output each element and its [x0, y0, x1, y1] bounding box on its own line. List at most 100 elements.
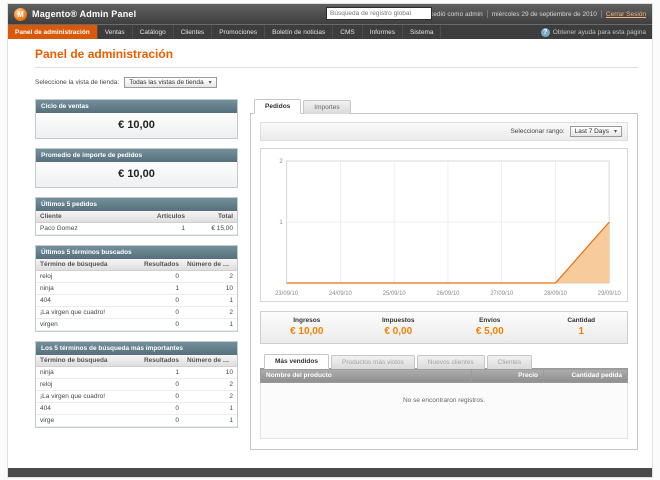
cell-term: virgen	[36, 318, 139, 331]
store-view-select[interactable]: Todas las vistas de tienda	[124, 77, 217, 88]
table-row[interactable]: Paco Gomez 1 € 15,00	[36, 222, 237, 235]
range-selected-value: Last 7 Days	[574, 128, 609, 135]
totals-bar: Ingresos € 10,00 Impuestos € 0,00 Envíos…	[260, 311, 628, 344]
dashboard-columns: Ciclo de ventas € 10,00 Promedio de impo…	[35, 99, 638, 450]
table-row[interactable]: reloj 0 2	[36, 270, 237, 283]
average-orders-title: Promedio de importe de pedidos	[36, 149, 237, 162]
svg-text:29/09/10: 29/09/10	[598, 291, 622, 297]
tab-orders[interactable]: Pedidos	[254, 99, 302, 114]
column-header: Resultados	[139, 259, 183, 271]
current-date-text: miércoles 29 de septiembre de 2010	[491, 10, 597, 18]
svg-text:23/09/10: 23/09/10	[275, 291, 299, 297]
store-view-switcher: Seleccione la vista de tienda: Todas las…	[35, 77, 638, 88]
column-header: Cliente	[36, 211, 149, 223]
store-view-selected-value: Todas las vistas de tienda	[129, 79, 204, 86]
cell-results: 0	[139, 294, 183, 307]
nav-item-newsletter[interactable]: Boletín de noticias	[265, 25, 334, 39]
nav-item-customers[interactable]: Clientes	[174, 25, 213, 39]
cell-term: ninja	[36, 282, 139, 295]
column-header: Número de usos	[183, 355, 237, 367]
last-search-terms-box: Últimos 5 términos buscados Término de b…	[35, 245, 238, 332]
cell-uses: 1	[183, 318, 237, 331]
table-row[interactable]: ¡La virgen que cuadro! 0 2	[36, 306, 237, 319]
tab-most-viewed[interactable]: Productos más vistos	[330, 355, 415, 369]
cell-customer: Paco Gomez	[36, 222, 149, 235]
table-row[interactable]: ¡La virgen que cuadro! 0 2	[36, 390, 237, 403]
cell-results: 0	[139, 306, 183, 319]
stat-value: 1	[578, 326, 585, 337]
products-tabs: Más vendidos Productos más vistos Nuevos…	[260, 354, 628, 369]
cell-term: ¡La virgen que cuadro!	[36, 390, 139, 403]
nav-item-system[interactable]: Sistema	[403, 25, 442, 39]
cell-uses: 10	[183, 282, 237, 295]
cell-uses: 2	[183, 270, 237, 283]
table-row[interactable]: 404 0 1	[36, 294, 237, 307]
nav-item-cms[interactable]: CMS	[333, 25, 363, 39]
cell-items: 1	[149, 222, 189, 235]
average-orders-value: € 10,00	[36, 162, 237, 187]
header-user-area: Accedió como admin miércoles 29 de septi…	[422, 10, 646, 18]
tab-customers[interactable]: Clientes	[486, 355, 533, 369]
header-divider	[600, 10, 602, 18]
table-row[interactable]: ninja 1 10	[36, 282, 237, 295]
nav-item-catalog[interactable]: Catálogo	[133, 25, 174, 39]
cell-uses: 2	[183, 306, 237, 319]
chart-tabs: Pedidos Importes	[250, 99, 638, 114]
top-search-terms-table: Término de búsqueda Resultados Número de…	[36, 355, 237, 427]
column-header: Precio	[471, 368, 544, 383]
stat-quantity: Cantidad 1	[536, 317, 628, 337]
column-header: Nombre del producto	[260, 368, 472, 383]
nav-item-dashboard[interactable]: Panel de administración	[8, 25, 98, 39]
cell-results: 0	[139, 402, 183, 415]
browser-viewport: M Magento® Admin Panel Accedió como admi…	[0, 0, 660, 480]
chart-panel: Seleccionar rango: Last 7 Days 23/09/102…	[250, 113, 638, 450]
cell-term: ninja	[36, 366, 139, 379]
column-header: Resultados	[139, 355, 183, 367]
table-row[interactable]: virge 0 1	[36, 414, 237, 427]
range-select[interactable]: Last 7 Days	[569, 126, 622, 137]
cell-term: virge	[36, 414, 139, 427]
table-row[interactable]: virgen 0 1	[36, 318, 237, 331]
stat-label: Ingresos	[293, 317, 321, 324]
cell-uses: 2	[183, 390, 237, 403]
column-header: Número de usos	[183, 259, 237, 271]
app-title: Magento® Admin Panel	[32, 9, 137, 19]
cell-uses: 1	[183, 294, 237, 307]
global-search-input[interactable]	[326, 7, 432, 20]
svg-text:27/09/10: 27/09/10	[490, 291, 514, 297]
svg-text:25/09/10: 25/09/10	[383, 291, 407, 297]
cell-term: 404	[36, 294, 139, 307]
last-orders-title: Últimos 5 pedidos	[36, 198, 237, 211]
table-row[interactable]: ninja 1 10	[36, 366, 237, 379]
main-navigation: Panel de administración Ventas Catálogo …	[8, 24, 652, 39]
table-header-row: Nombre del producto Precio Cantidad pedi…	[260, 368, 628, 383]
table-header-row: Término de búsqueda Resultados Número de…	[36, 259, 237, 271]
stat-value: € 10,00	[290, 326, 324, 337]
table-row[interactable]: 404 0 1	[36, 402, 237, 415]
stat-revenue: Ingresos € 10,00	[261, 317, 353, 337]
svg-text:24/09/10: 24/09/10	[329, 291, 353, 297]
stat-value: € 5,00	[475, 326, 504, 337]
app-footer	[8, 468, 652, 477]
stat-shipping: Envíos € 5,00	[444, 317, 536, 337]
magento-admin-app: M Magento® Admin Panel Accedió como admi…	[7, 3, 653, 478]
column-header: Artículos	[149, 211, 189, 223]
nav-item-promotions[interactable]: Promociones	[212, 25, 266, 39]
average-orders-box: Promedio de importe de pedidos € 10,00	[35, 148, 238, 188]
dashboard-left-column: Ciclo de ventas € 10,00 Promedio de impo…	[35, 99, 238, 428]
cell-uses: 10	[183, 366, 237, 379]
bestsellers-table: Nombre del producto Precio Cantidad pedi…	[260, 368, 628, 439]
last-search-terms-table: Término de búsqueda Resultados Número de…	[36, 259, 237, 331]
tab-amounts[interactable]: Importes	[303, 100, 351, 114]
table-row[interactable]: reloj 0 2	[36, 378, 237, 391]
nav-item-sales[interactable]: Ventas	[98, 25, 133, 39]
top-search-terms-box: Los 5 términos de búsqueda más important…	[35, 341, 238, 428]
tab-bestsellers[interactable]: Más vendidos	[264, 354, 329, 369]
page-help-link[interactable]: ? Obtener ayuda para esta página	[535, 25, 652, 39]
tab-new-customers[interactable]: Nuevos clientes	[416, 355, 485, 369]
nav-item-reports[interactable]: Informes	[363, 25, 403, 39]
logout-link[interactable]: Cerrar Sesión	[606, 11, 646, 18]
cell-term: ¡La virgen que cuadro!	[36, 306, 139, 319]
cell-uses: 2	[183, 378, 237, 391]
svg-text:1: 1	[279, 220, 283, 226]
